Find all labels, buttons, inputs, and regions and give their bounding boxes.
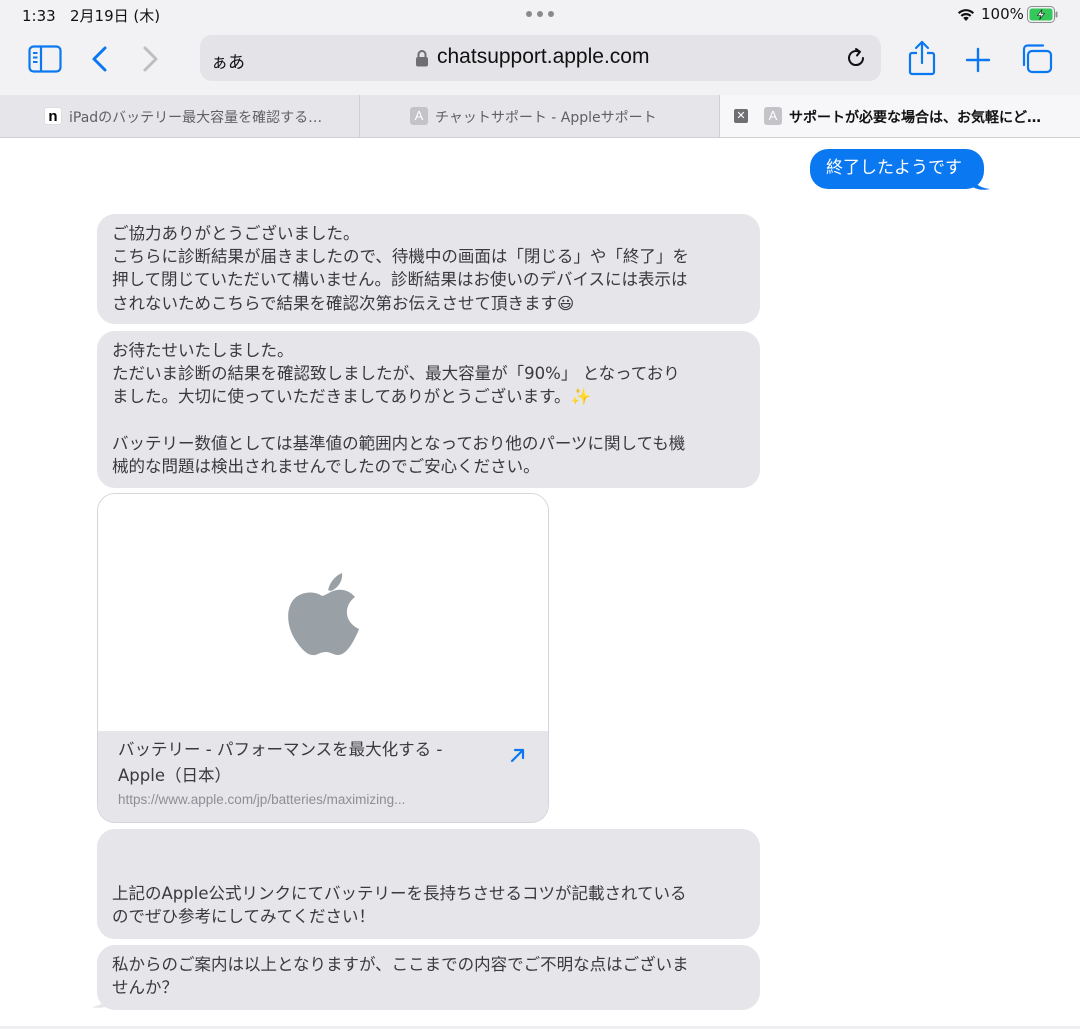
link-url: https://www.apple.com/jp/batteries/maxim…	[118, 792, 406, 807]
tab-ipad-battery[interactable]: n iPadのバッテリー最大容量を確認する…	[0, 95, 360, 137]
status-time: 1:33 2月19日 (木)	[22, 5, 160, 26]
tab-bar: n iPadのバッテリー最大容量を確認する… A チャットサポート - Appl…	[0, 95, 1080, 138]
forward-icon[interactable]	[140, 45, 160, 73]
apple-favicon-icon: A	[764, 107, 782, 125]
tab-chat-support[interactable]: A チャットサポート - Appleサポート	[360, 95, 720, 137]
note-favicon-icon: n	[44, 107, 62, 125]
browser-toolbar: ぁあ chatsupport.apple.com	[0, 30, 1080, 95]
wifi-icon	[957, 9, 975, 21]
tab-support-active[interactable]: ✕ A サポートが必要な場合は、お気軽にど…	[720, 95, 1080, 137]
back-icon[interactable]	[90, 45, 110, 73]
share-icon[interactable]	[906, 40, 938, 76]
agent-message: 私からのご案内は以上となりますが、ここまでの内容でご不明な点はございま せんか？	[97, 945, 760, 1010]
agent-message: お待たせいたしました。 ただいま診断の結果を確認致しましたが、最大容量が「90%…	[97, 331, 760, 488]
tab-title: iPadのバッテリー最大容量を確認する…	[69, 110, 323, 126]
sidebar-icon[interactable]	[28, 45, 62, 73]
status-bar: 1:33 2月19日 (木) 100%	[0, 0, 1080, 30]
status-time-text: 1:33	[22, 7, 56, 25]
incoming-bubble-tail	[92, 992, 112, 1008]
apple-favicon-icon: A	[410, 107, 428, 125]
battery-percent: 100%	[981, 5, 1024, 23]
url-text[interactable]: chatsupport.apple.com	[437, 45, 649, 69]
link-preview-card[interactable]: バッテリー - パフォーマンスを最大化する - Apple（日本） https:…	[97, 493, 549, 823]
open-link-icon[interactable]	[508, 745, 528, 765]
outgoing-message: 終了したようです	[810, 149, 984, 189]
link-preview-footer: バッテリー - パフォーマンスを最大化する - Apple（日本） https:…	[98, 731, 548, 822]
link-title: バッテリー - パフォーマンスを最大化する - Apple（日本）	[118, 740, 443, 785]
close-tab-icon[interactable]: ✕	[734, 109, 748, 123]
new-tab-icon[interactable]	[964, 46, 992, 74]
tab-title: チャットサポート - Appleサポート	[435, 110, 657, 126]
status-date: 2月19日 (木)	[70, 7, 161, 25]
lock-icon	[416, 50, 428, 67]
apple-logo	[288, 573, 359, 656]
agent-message: ご協力ありがとうございました。 こちらに診断結果が届きましたので、待機中の画面は…	[97, 214, 760, 324]
address-bar[interactable]: ぁあ chatsupport.apple.com	[200, 35, 881, 81]
battery-icon	[1027, 6, 1058, 23]
tab-overview-icon[interactable]	[1020, 43, 1054, 75]
reader-button[interactable]: ぁあ	[211, 48, 245, 73]
reload-icon[interactable]	[845, 47, 867, 69]
multitasking-dots-icon[interactable]	[526, 11, 554, 17]
link-preview-image	[98, 494, 548, 731]
outgoing-bubble-tail	[970, 173, 990, 190]
tab-title: サポートが必要な場合は、お気軽にど…	[789, 110, 1041, 126]
agent-message: 上記のApple公式リンクにてバッテリーを長持ちさせるコツが記載されている ので…	[97, 829, 760, 939]
